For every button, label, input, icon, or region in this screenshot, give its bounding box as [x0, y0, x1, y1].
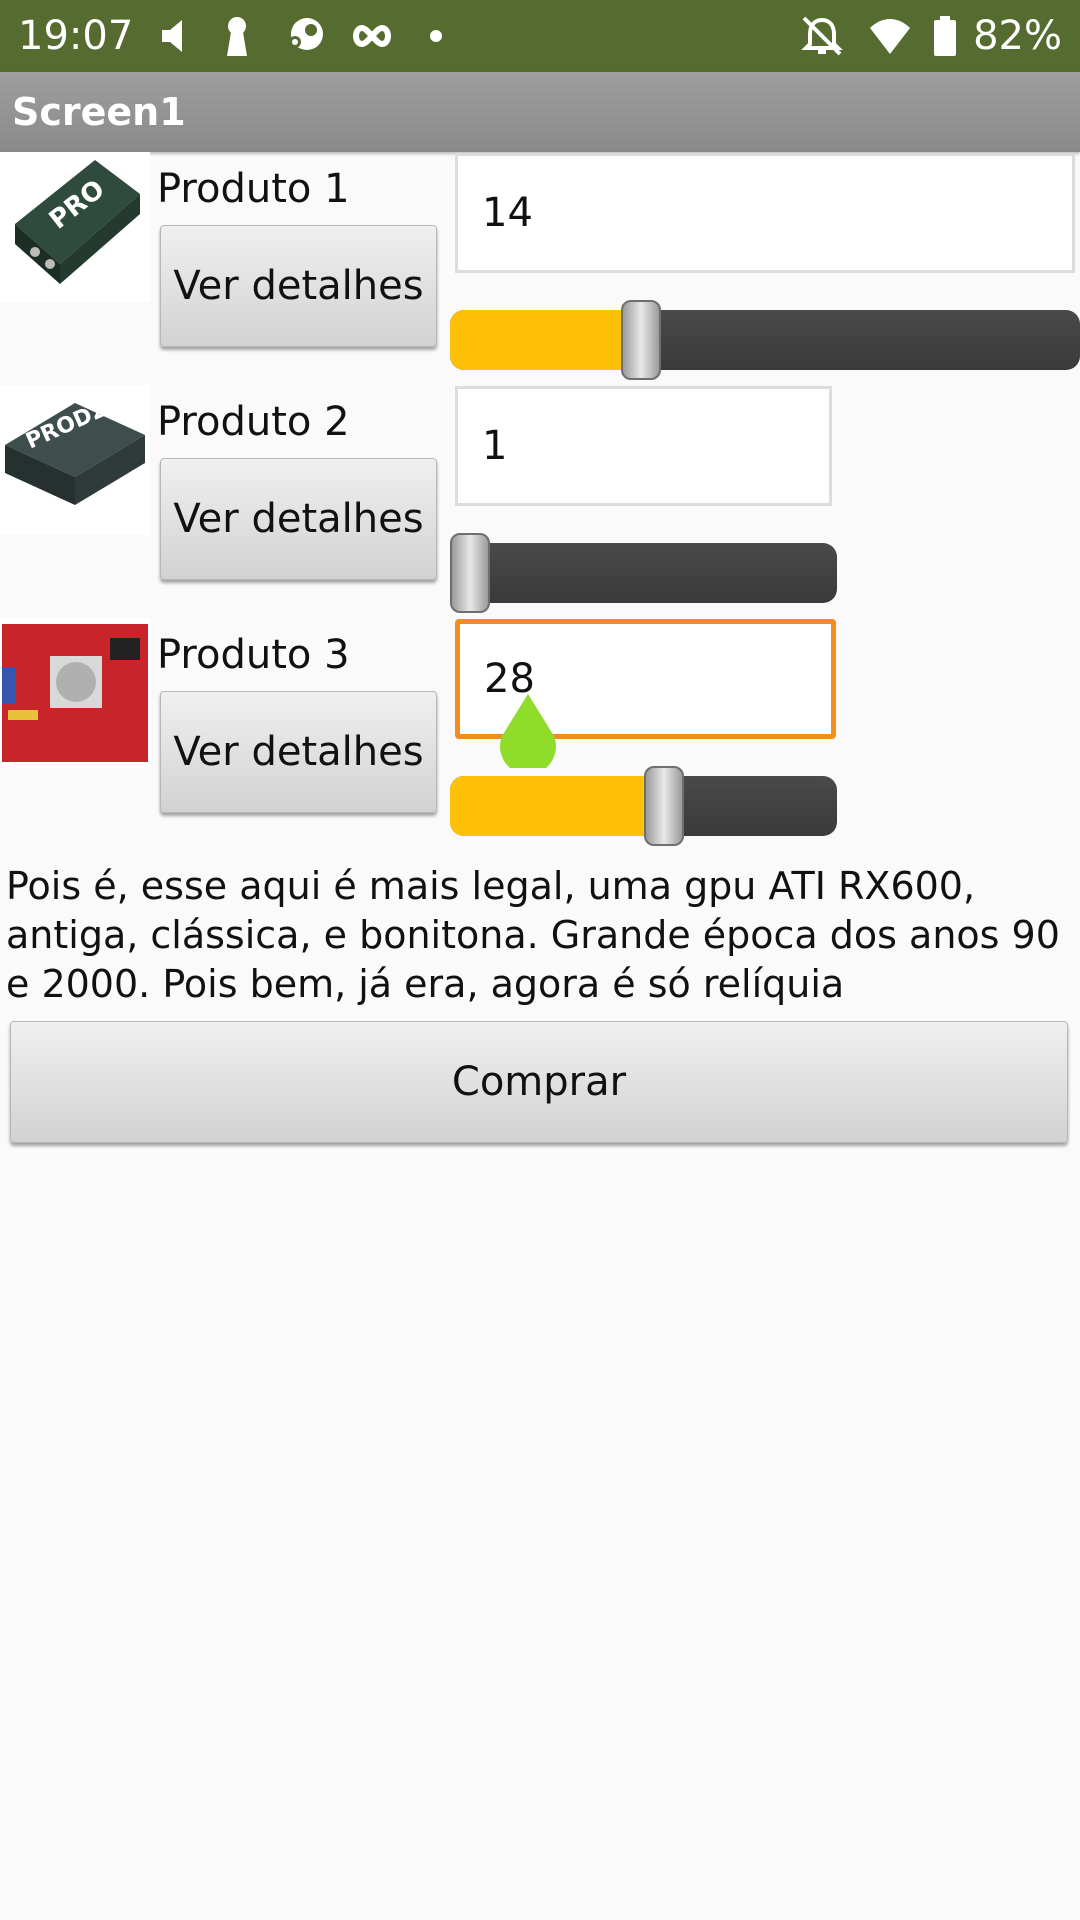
product-1-slider-fill	[450, 310, 642, 370]
product-3-label: Produto 3	[157, 632, 350, 678]
product-1-image: PRO	[0, 152, 150, 302]
product-2-label: Produto 2	[157, 399, 350, 445]
infinity-icon	[353, 24, 391, 48]
notifications-off-icon	[801, 16, 843, 56]
product-3-slider-fill	[450, 776, 665, 836]
product-3-image	[0, 618, 150, 768]
product-3-quantity-slider[interactable]	[450, 766, 837, 846]
product-1-label: Produto 1	[157, 166, 350, 212]
text-cursor-handle-icon[interactable]	[496, 692, 560, 768]
steam-icon	[289, 18, 323, 50]
product-3-slider-thumb[interactable]	[644, 766, 685, 846]
product-description: Pois é, esse aqui é mais legal, uma gpu …	[6, 864, 1060, 1006]
product-3-details-button[interactable]: Ver detalhes	[160, 691, 437, 813]
title-bar: Screen1	[0, 72, 1080, 152]
product-2-slider-thumb[interactable]	[450, 533, 490, 613]
product-1-details-button[interactable]: Ver detalhes	[160, 225, 437, 347]
keyhole-icon	[227, 17, 247, 56]
product-2-quantity-slider[interactable]	[450, 533, 837, 613]
battery-percentage: 82%	[973, 13, 1062, 59]
wifi-icon	[870, 19, 910, 54]
product-2-image: PROD2	[0, 385, 150, 535]
product-1-quantity-field[interactable]	[455, 153, 1075, 273]
page-title: Screen1	[12, 90, 186, 134]
product-1-slider-thumb[interactable]	[621, 300, 662, 380]
buy-button[interactable]: Comprar	[10, 1021, 1068, 1143]
status-time: 19:07	[18, 13, 134, 59]
status-bar: 19:07 82%	[0, 0, 1080, 72]
product-1-quantity-slider[interactable]	[450, 300, 1080, 380]
volume-icon	[162, 20, 182, 52]
product-2-details-button[interactable]: Ver detalhes	[160, 458, 437, 580]
product-2-quantity-field[interactable]	[455, 386, 832, 506]
battery-icon	[934, 16, 956, 56]
dot-icon	[430, 30, 442, 42]
